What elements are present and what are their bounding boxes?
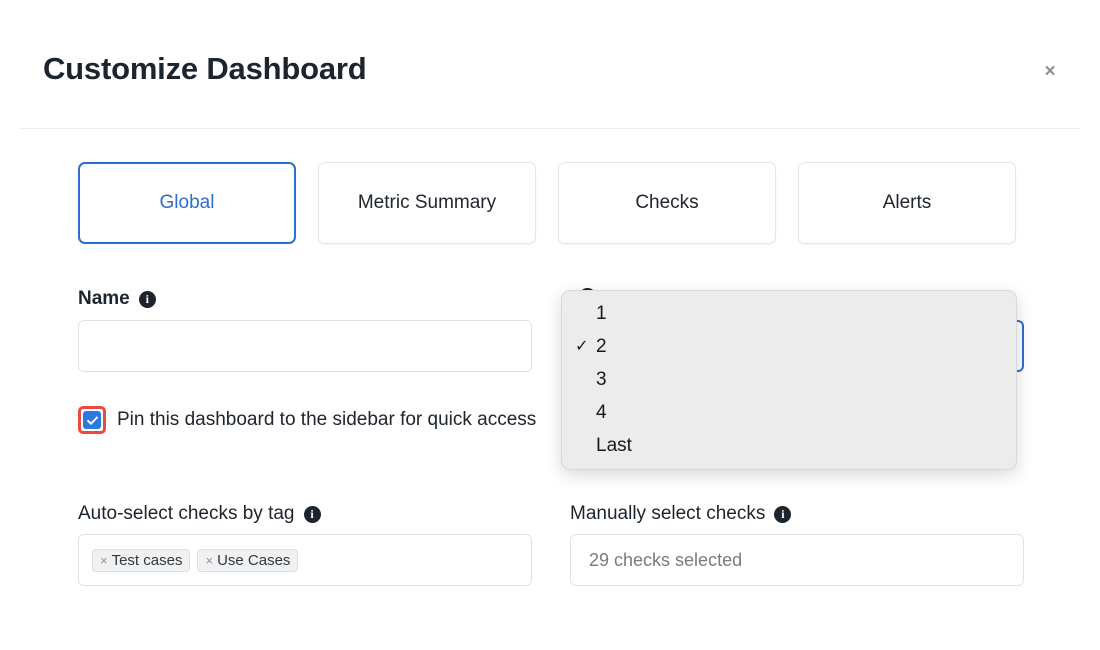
period-dropdown-menu: 1 ✓ 2 3 4 Last	[561, 290, 1017, 470]
dropdown-option-label: 1	[596, 302, 607, 324]
dropdown-option-label: 2	[596, 335, 607, 357]
auto-select-label-text: Auto-select checks by tag	[78, 503, 295, 524]
pin-dashboard-row: Pin this dashboard to the sidebar for qu…	[78, 406, 536, 434]
name-input[interactable]	[78, 320, 532, 372]
dropdown-option-3[interactable]: 3	[562, 363, 1016, 396]
name-label: Name i	[78, 288, 156, 310]
remove-tag-icon[interactable]: ×	[205, 554, 213, 567]
manual-select-label-text: Manually select checks	[570, 503, 766, 524]
dropdown-option-2[interactable]: ✓ 2	[562, 330, 1016, 363]
dropdown-option-label: Last	[596, 434, 632, 456]
header-divider	[20, 128, 1080, 129]
tab-alerts-label: Alerts	[882, 192, 932, 213]
remove-tag-icon[interactable]: ×	[100, 554, 108, 567]
manual-select-label: Manually select checks i	[570, 503, 792, 525]
tab-checks-label: Checks	[635, 192, 699, 213]
checkmark-icon: ✓	[575, 337, 589, 355]
dropdown-option-label: 4	[596, 401, 607, 423]
tab-checks[interactable]: Checks	[558, 162, 776, 244]
info-icon[interactable]: i	[774, 505, 792, 523]
dropdown-option-label: 3	[596, 368, 607, 390]
tab-metric-summary[interactable]: Metric Summary	[318, 162, 536, 244]
modal-header: Customize Dashboard ×	[0, 0, 1100, 129]
auto-select-tags-input[interactable]: × Test cases × Use Cases	[78, 534, 532, 586]
pin-dashboard-label: Pin this dashboard to the sidebar for qu…	[117, 409, 537, 430]
tab-global-label: Global	[159, 192, 215, 213]
checkmark-icon	[86, 416, 98, 425]
name-label-text: Name	[78, 288, 130, 309]
pin-dashboard-checkbox[interactable]	[83, 411, 101, 429]
manual-select-value: 29 checks selected	[589, 549, 743, 570]
info-icon[interactable]: i	[138, 290, 156, 308]
close-icon[interactable]: ×	[1036, 57, 1064, 85]
dropdown-option-1[interactable]: 1	[562, 297, 1016, 330]
auto-select-label: Auto-select checks by tag i	[78, 503, 321, 525]
tag-chip[interactable]: × Use Cases	[197, 548, 299, 572]
customize-dashboard-modal: Customize Dashboard × Global Metric Summ…	[0, 0, 1100, 650]
info-icon[interactable]: i	[303, 505, 321, 523]
dropdown-option-last[interactable]: Last	[562, 429, 1016, 462]
tab-metric-summary-label: Metric Summary	[357, 192, 497, 213]
checkbox-highlight-ring	[78, 406, 106, 434]
tag-chip-label: Use Cases	[217, 551, 291, 569]
tab-global[interactable]: Global	[78, 162, 296, 244]
manual-select-checks-input[interactable]: 29 checks selected	[570, 534, 1024, 586]
tag-chip[interactable]: × Test cases	[92, 548, 191, 572]
tag-chip-label: Test cases	[111, 551, 183, 569]
page-title: Customize Dashboard	[43, 51, 367, 86]
dropdown-option-4[interactable]: 4	[562, 396, 1016, 429]
tab-alerts[interactable]: Alerts	[798, 162, 1016, 244]
tab-bar: Global Metric Summary Checks Alerts	[78, 162, 1016, 244]
